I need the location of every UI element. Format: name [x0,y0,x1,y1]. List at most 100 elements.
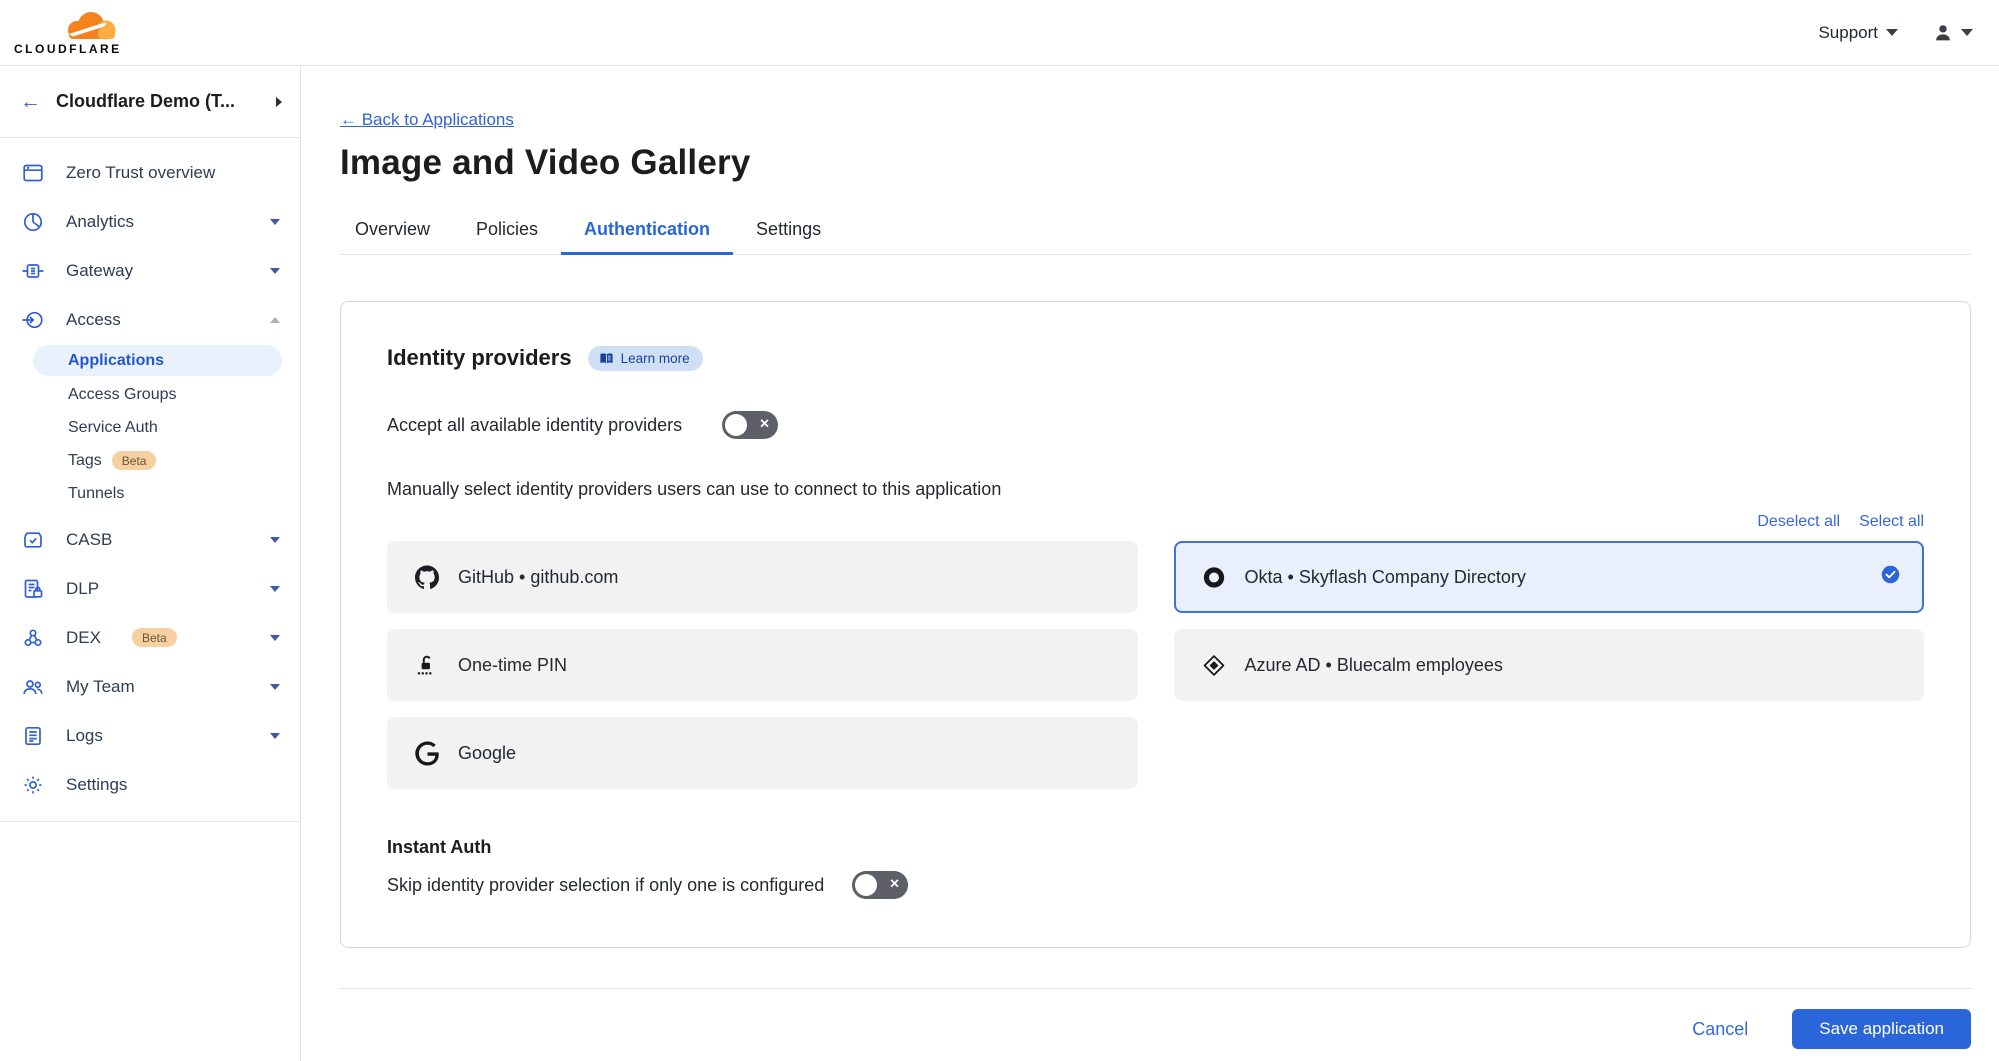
team-icon [21,675,45,699]
instant-auth-toggle[interactable]: × [852,871,908,899]
chevron-down-icon [270,537,280,543]
sidebar-item-label: Service Auth [68,419,158,437]
sidebar-item-label: My Team [66,677,135,697]
select-all-link[interactable]: Select all [1859,513,1924,531]
main-content: ← Back to Applications Image and Video G… [301,66,1999,1061]
logs-document-icon [21,724,45,748]
sidebar-nav: Zero Trust overview Analytics Gateway [0,138,300,822]
idp-label: One-time PIN [458,655,567,676]
chevron-down-icon [270,684,280,690]
chevron-down-icon [270,268,280,274]
back-arrow-icon[interactable]: ← [20,91,41,112]
sidebar-item-label: Analytics [66,212,134,232]
toggle-knob [855,874,877,896]
sidebar-item-dex[interactable]: DEX Beta [0,613,300,662]
toggle-x-icon: × [890,877,899,893]
chevron-right-icon[interactable] [276,97,282,107]
sidebar-item-access[interactable]: Access [0,295,300,344]
chevron-down-icon [270,219,280,225]
learn-more-link[interactable]: Learn more [588,346,703,371]
tab-authentication[interactable]: Authentication [561,208,733,255]
toggle-x-icon: × [760,417,769,433]
sidebar-item-tunnels[interactable]: Tunnels [0,477,300,510]
sidebar-item-dlp[interactable]: DLP [0,564,300,613]
identity-provider-grid: GitHub • github.com Okta • Skyflash Comp… [387,541,1924,789]
one-time-pin-icon [415,653,439,677]
beta-badge: Beta [112,451,157,470]
tab-overview[interactable]: Overview [340,208,453,255]
idp-label: Google [458,743,516,764]
sidebar-item-label: Applications [68,352,164,370]
account-menu[interactable] [1932,22,1973,44]
sidebar-item-my-team[interactable]: My Team [0,662,300,711]
support-menu[interactable]: Support [1818,23,1898,43]
sidebar-item-zero-trust-overview[interactable]: Zero Trust overview [0,148,300,197]
deselect-all-link[interactable]: Deselect all [1757,513,1840,531]
sidebar-item-service-auth[interactable]: Service Auth [0,411,300,444]
chevron-down-icon [270,586,280,592]
tab-bar: Overview Policies Authentication Setting… [340,208,1971,255]
gateway-icon [21,259,45,283]
casb-box-icon [21,528,45,552]
tab-policies[interactable]: Policies [453,208,561,255]
chevron-up-icon [270,317,280,323]
learn-more-label: Learn more [621,351,690,366]
okta-icon [1202,565,1226,589]
sidebar-item-analytics[interactable]: Analytics [0,197,300,246]
sidebar-item-casb[interactable]: CASB [0,515,300,564]
idp-tile-one-time-pin[interactable]: One-time PIN [387,629,1138,701]
accept-all-label: Accept all available identity providers [387,415,682,436]
sidebar-item-label: CASB [66,530,112,550]
cancel-button[interactable]: Cancel [1692,1019,1748,1040]
sidebar-item-label: DEX [66,628,101,648]
sidebar-item-access-groups[interactable]: Access Groups [0,378,300,411]
sidebar-item-logs[interactable]: Logs [0,711,300,760]
sidebar-item-applications[interactable]: Applications [33,345,282,376]
account-name[interactable]: Cloudflare Demo (T... [56,91,261,112]
sidebar-item-label: Gateway [66,261,133,281]
identity-providers-heading: Identity providers [387,345,572,371]
idp-tile-okta[interactable]: Okta • Skyflash Company Directory [1174,541,1925,613]
accept-all-toggle[interactable]: × [722,411,778,439]
sidebar-account-header: ← Cloudflare Demo (T... [0,66,300,138]
top-bar: CLOUDFLARE Support [0,0,1999,66]
page-title: Image and Video Gallery [340,143,1971,183]
idp-label: Azure AD • Bluecalm employees [1245,655,1503,676]
pie-chart-icon [21,210,45,234]
toggle-knob [725,414,747,436]
idp-tile-google[interactable]: Google [387,717,1138,789]
idp-label: GitHub • github.com [458,567,618,588]
chevron-down-icon [1886,29,1898,36]
sidebar-item-label: Access Groups [68,386,176,404]
cloudflare-logo[interactable]: CLOUDFLARE [14,9,146,56]
sidebar-item-label: Settings [66,775,127,795]
selected-check-icon [1881,565,1900,589]
idp-tile-azure-ad[interactable]: Azure AD • Bluecalm employees [1174,629,1925,701]
document-lock-icon [21,577,45,601]
beta-badge: Beta [132,628,177,647]
user-icon [1932,22,1954,44]
sidebar-item-label: Tunnels [68,485,124,503]
sidebar-item-settings[interactable]: Settings [0,760,300,809]
identity-providers-card: Identity providers Learn more Accept all… [340,301,1971,948]
window-icon [21,161,45,185]
google-icon [415,741,439,765]
gear-icon [21,773,45,797]
cloudflare-wordmark: CLOUDFLARE [14,42,146,56]
sidebar-item-label: Access [66,310,121,330]
network-cluster-icon [21,626,45,650]
tab-settings[interactable]: Settings [733,208,844,255]
instant-auth-label: Skip identity provider selection if only… [387,875,824,896]
save-application-button[interactable]: Save application [1792,1009,1971,1049]
top-bar-right: Support [1818,22,1973,44]
book-icon [599,351,614,366]
back-to-applications-link[interactable]: ← Back to Applications [340,110,514,130]
sidebar-item-tags[interactable]: Tags Beta [0,444,300,477]
chevron-down-icon [1961,29,1973,36]
support-label: Support [1818,23,1878,43]
sidebar-divider [0,821,300,822]
sidebar-item-label: Tags [68,452,102,470]
sidebar-item-gateway[interactable]: Gateway [0,246,300,295]
instant-auth-heading: Instant Auth [387,837,1924,858]
idp-tile-github[interactable]: GitHub • github.com [387,541,1138,613]
